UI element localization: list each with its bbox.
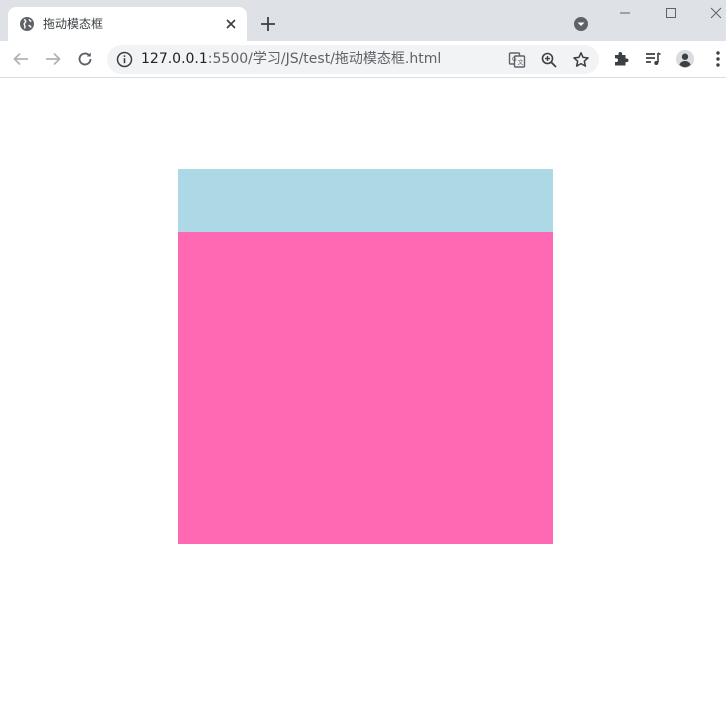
- avatar-icon[interactable]: [675, 49, 695, 69]
- close-tab-icon[interactable]: [222, 15, 240, 33]
- tab-search-icon[interactable]: [572, 15, 590, 33]
- page-content: [0, 78, 726, 727]
- address-url[interactable]: 127.0.0.1:5500/学习/JS/test/拖动模态框.html: [141, 50, 441, 69]
- star-icon[interactable]: [572, 51, 590, 69]
- address-bar[interactable]: 127.0.0.1:5500/学习/JS/test/拖动模态框.html G 文: [107, 45, 599, 74]
- new-tab-icon[interactable]: [258, 14, 278, 34]
- modal-box: [178, 169, 553, 544]
- translate-icon[interactable]: G 文: [508, 51, 526, 69]
- url-host: 127.0.0.1: [141, 51, 208, 67]
- kebab-icon[interactable]: [708, 49, 726, 69]
- modal-drag-handle[interactable]: [178, 169, 553, 232]
- svg-text:文: 文: [518, 59, 524, 67]
- active-tab[interactable]: 拖动模态框: [8, 7, 247, 41]
- maximize-icon[interactable]: [660, 4, 682, 22]
- arrow-right-icon[interactable]: [43, 49, 63, 69]
- info-icon[interactable]: [116, 51, 133, 68]
- puzzle-icon[interactable]: [611, 49, 631, 69]
- arrow-left-icon[interactable]: [11, 49, 31, 69]
- url-path: :5500/学习/JS/test/拖动模态框.html: [207, 51, 442, 67]
- tab-title: 拖动模态框: [43, 17, 104, 31]
- svg-text:G: G: [512, 56, 517, 63]
- playlist-icon[interactable]: [643, 49, 663, 69]
- minimize-icon[interactable]: [614, 4, 636, 22]
- window-close-icon[interactable]: [705, 4, 726, 22]
- zoom-icon[interactable]: [540, 51, 558, 69]
- browser-toolbar: 127.0.0.1:5500/学习/JS/test/拖动模态框.html G 文: [0, 41, 726, 78]
- tab-strip: 拖动模态框: [0, 0, 726, 41]
- reload-icon[interactable]: [75, 49, 95, 69]
- globe-icon: [19, 16, 35, 32]
